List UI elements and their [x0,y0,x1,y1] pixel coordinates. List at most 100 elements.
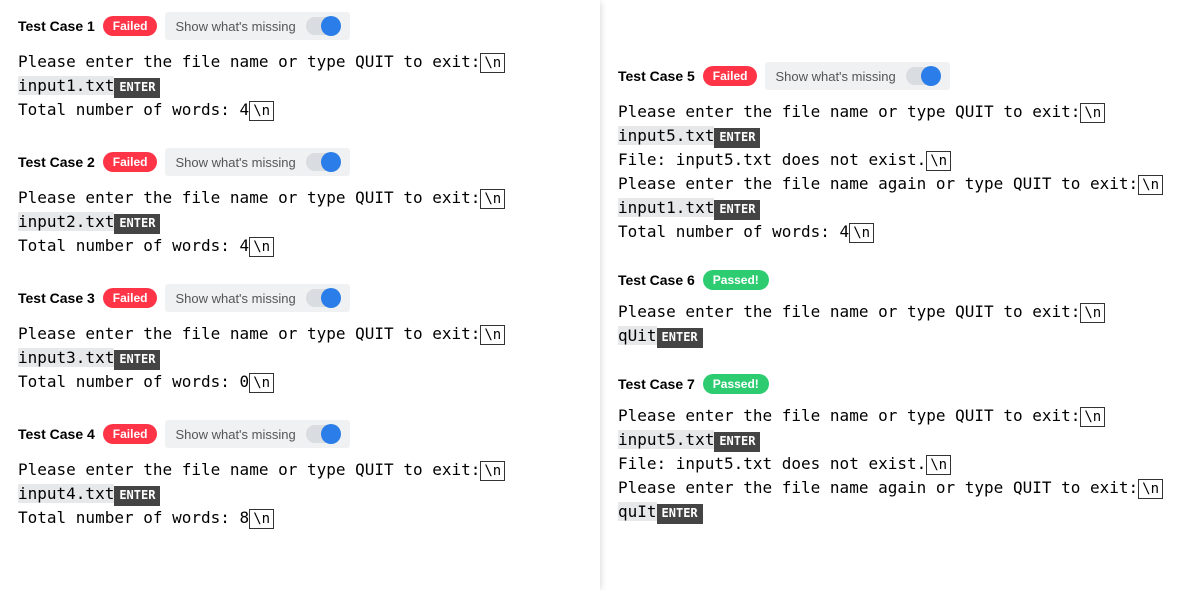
output-text: Total number of words: 4 [618,222,849,241]
output-line: Please enter the file name or type QUIT … [18,50,582,74]
toggle-knob-icon [321,152,341,172]
output-text: Please enter the file name again or type… [618,174,1138,193]
toggle-knob-icon [921,66,941,86]
user-input-text: input2.txt [18,212,114,231]
test-case-header: Test Case 5FailedShow what's missing [618,56,1182,100]
test-case: Test Case 3FailedShow what's missing Plea… [18,278,582,394]
show-missing-box: Show what's missing [165,12,349,40]
show-missing-box: Show what's missing [165,284,349,312]
test-output: Please enter the file name or type QUIT … [18,322,582,394]
enter-symbol: ENTER [714,200,760,220]
output-text: Total number of words: 8 [18,508,249,527]
test-case-header: Test Case 1FailedShow what's missing [18,6,582,50]
output-text: Please enter the file name or type QUIT … [18,188,480,207]
newline-symbol: \n [480,189,505,209]
newline-symbol: \n [249,373,274,393]
test-output: Please enter the file name or type QUIT … [18,458,582,530]
output-line: input5.txtENTER [618,428,1182,452]
user-input-text: input1.txt [18,76,114,95]
test-case: Test Case 7Passed!Please enter the file … [618,368,1182,524]
enter-symbol: ENTER [714,128,760,148]
user-input-text: input4.txt [18,484,114,503]
test-case: Test Case 2FailedShow what's missingPlea… [18,142,582,258]
test-case-header: Test Case 3FailedShow what's missing [18,278,582,322]
output-text: Total number of words: 4 [18,236,249,255]
output-line: qUitENTER [618,324,1182,348]
newline-symbol: \n [926,455,951,475]
newline-symbol: \n [1080,103,1105,123]
show-missing-toggle[interactable] [306,289,340,307]
output-line: Please enter the file name again or type… [618,476,1182,500]
enter-symbol: ENTER [114,486,160,506]
newline-symbol: \n [249,101,274,121]
output-text: Total number of words: 0 [18,372,249,391]
show-missing-label: Show what's missing [175,291,295,306]
output-line: input2.txtENTER [18,210,582,234]
test-output: Please enter the file name or type QUIT … [18,186,582,258]
test-case-title: Test Case 5 [618,68,695,84]
output-line: Total number of words: 8\n [18,506,582,530]
output-text: Please enter the file name or type QUIT … [618,102,1080,121]
newline-symbol: \n [849,223,874,243]
status-badge-failed: Failed [103,152,158,172]
test-output: Please enter the file name or type QUIT … [18,50,582,122]
user-input-text: quIt [618,502,657,521]
toggle-knob-icon [321,424,341,444]
show-missing-toggle[interactable] [306,153,340,171]
output-text: Please enter the file name or type QUIT … [18,460,480,479]
enter-symbol: ENTER [114,78,160,98]
test-case: Test Case 4 Failed Show what's missing Plea… [18,414,582,530]
toggle-knob-icon [321,288,341,308]
test-case-title: Test Case 3 [18,290,95,306]
output-line: Please enter the file name or type QUIT … [18,458,582,482]
show-missing-box: Show what's missing [765,62,949,90]
user-input-text: input3.txt [18,348,114,367]
test-results-columns: Test Case 1FailedShow what's missingPlea… [0,0,1200,591]
test-column-right: Test Case 5FailedShow what's missing Plea… [600,0,1200,591]
show-missing-toggle[interactable] [306,17,340,35]
user-input-text: qUit [618,326,657,345]
output-line: File: input5.txt does not exist.\n [618,452,1182,476]
newline-symbol: \n [1138,479,1163,499]
status-badge-passed: Passed! [703,374,769,394]
show-missing-box: Show what's missing [165,420,349,448]
show-missing-toggle[interactable] [306,425,340,443]
output-text: Please enter the file name or type QUIT … [18,324,480,343]
test-case-title: Test Case 6 [618,272,695,288]
test-case: Test Case 6 Passed! Please enter the file … [618,264,1182,348]
newline-symbol: \n [1080,303,1105,323]
status-badge-failed: Failed [103,424,158,444]
test-output: Please enter the file name or type QUIT … [618,404,1182,524]
output-line: Please enter the file name or type QUIT … [618,100,1182,124]
show-missing-label: Show what's missing [175,19,295,34]
enter-symbol: ENTER [114,350,160,370]
user-input-text: input5.txt [618,430,714,449]
output-line: Total number of words: 0\n [18,370,582,394]
test-case-header: Test Case 4 Failed Show what's missing [18,414,582,458]
show-missing-box: Show what's missing [165,148,349,176]
enter-symbol: ENTER [657,504,703,524]
output-line: input3.txtENTER [18,346,582,370]
show-missing-toggle[interactable] [906,67,940,85]
newline-symbol: \n [480,461,505,481]
output-line: Please enter the file name or type QUIT … [618,300,1182,324]
status-badge-passed: Passed! [703,270,769,290]
output-line: Please enter the file name or type QUIT … [18,186,582,210]
output-line: Total number of words: 4\n [618,220,1182,244]
output-text: Please enter the file name again or type… [618,478,1138,497]
user-input-text: input5.txt [618,126,714,145]
newline-symbol: \n [249,237,274,257]
status-badge-failed: Failed [103,16,158,36]
output-line: input4.txtENTER [18,482,582,506]
test-output: Please enter the file name or type QUIT … [618,100,1182,244]
newline-symbol: \n [1138,175,1163,195]
test-case-title: Test Case 4 [18,426,95,442]
output-text: Please enter the file name or type QUIT … [618,302,1080,321]
show-missing-label: Show what's missing [175,155,295,170]
output-line: Please enter the file name or type QUIT … [618,404,1182,428]
user-input-text: input1.txt [618,198,714,217]
output-line: input5.txtENTER [618,124,1182,148]
output-text: Total number of words: 4 [18,100,249,119]
toggle-knob-icon [321,16,341,36]
test-case-header: Test Case 6 Passed! [618,264,1182,300]
